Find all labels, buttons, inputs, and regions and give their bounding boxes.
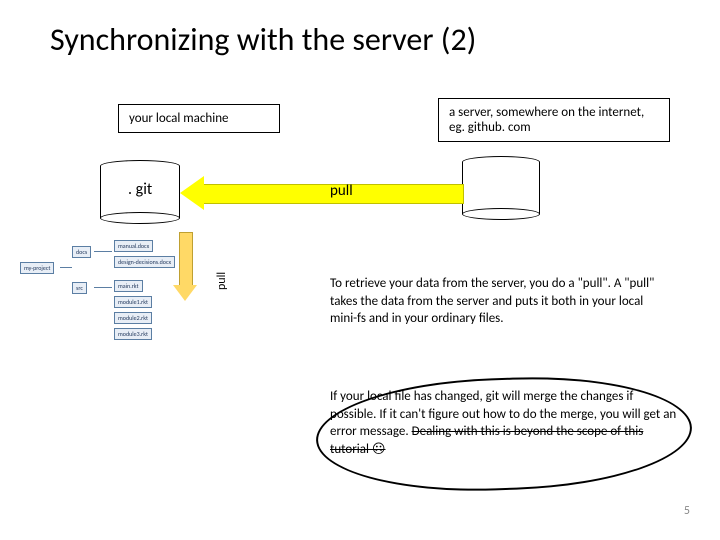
pull-label: pull xyxy=(330,182,353,200)
local-machine-box: your local machine xyxy=(118,104,280,133)
project-tree: my-project docs src manual.docx design-d… xyxy=(20,240,220,380)
tree-leaf: module3.rkt xyxy=(114,328,152,340)
tree-leaf: main.rkt xyxy=(114,280,143,292)
slide-title: Synchronizing with the server (2) xyxy=(50,20,476,59)
pull-arrow xyxy=(182,178,462,208)
git-label: . git xyxy=(128,180,152,199)
page-number: 5 xyxy=(684,504,690,518)
tree-src: src xyxy=(72,282,87,294)
tree-leaf: design-decisions.docx xyxy=(114,256,175,268)
server-cylinder xyxy=(462,156,540,220)
tree-leaf: manual.docx xyxy=(114,240,153,252)
tree-root: my-project xyxy=(20,262,54,274)
paragraph-1: To retrieve your data from the server, y… xyxy=(330,275,670,328)
server-box: a server, somewhere on the internet, eg.… xyxy=(438,98,670,142)
tree-docs: docs xyxy=(72,246,91,258)
tree-leaf: module1.rkt xyxy=(114,296,152,308)
tree-leaf: module2.rkt xyxy=(114,312,152,324)
